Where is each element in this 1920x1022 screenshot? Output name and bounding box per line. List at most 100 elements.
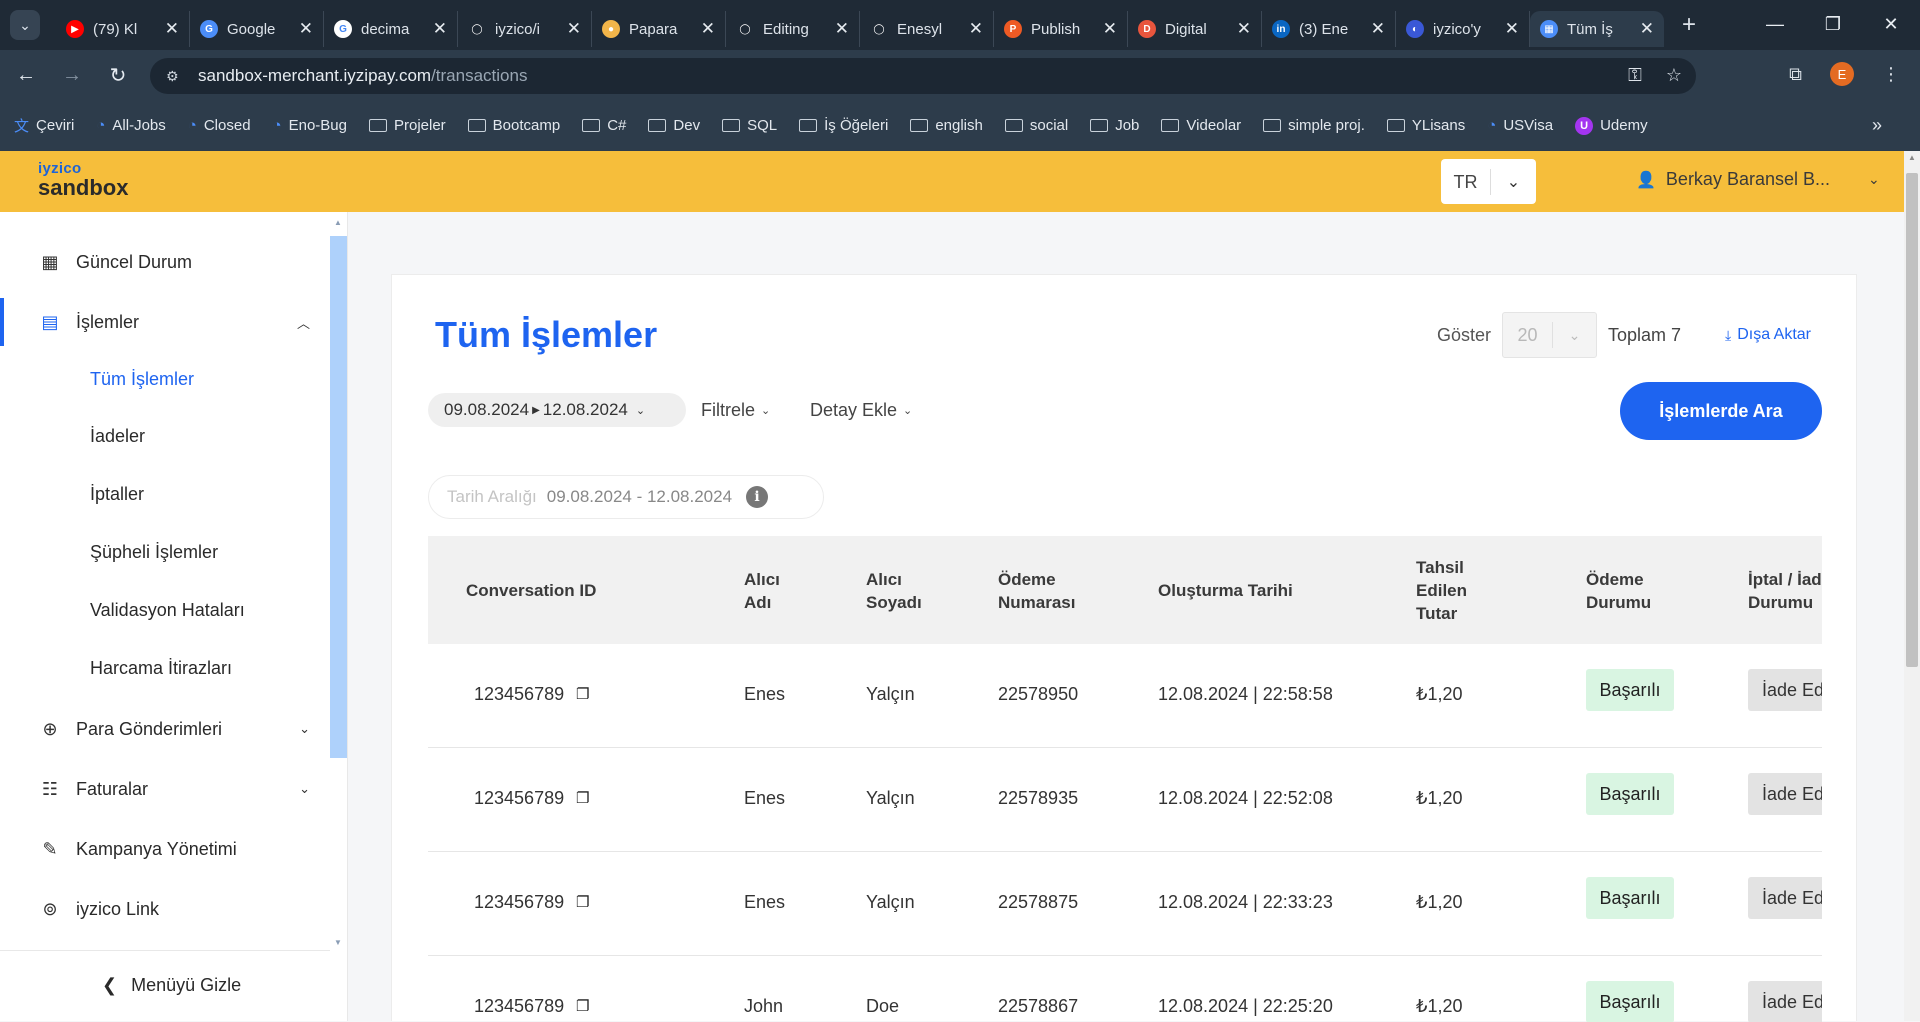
language-select[interactable]: TR ⌄ [1441, 159, 1536, 204]
browser-tab[interactable]: G Google ✕ [190, 11, 324, 47]
sidebar-item-guncel-durum[interactable]: ▦ Güncel Durum [0, 238, 330, 286]
tab-close-icon[interactable]: ✕ [165, 19, 179, 39]
back-button[interactable]: ← [6, 64, 46, 87]
browser-tab[interactable]: ▶ (79) Kl ✕ [56, 11, 190, 47]
reload-button[interactable]: ↻ [98, 63, 138, 88]
tab-close-icon[interactable]: ✕ [1237, 19, 1251, 39]
filter-dropdown[interactable]: Filtrele ⌄ [701, 400, 770, 421]
browser-tab[interactable]: ▦ Tüm İş ✕ [1530, 11, 1664, 47]
scroll-thumb[interactable] [1906, 173, 1918, 667]
bookmark-item[interactable]: ◔ Eno-Bug [273, 117, 347, 134]
password-key-icon[interactable]: ⚿ [1628, 65, 1642, 86]
copy-icon[interactable]: ❐ [576, 685, 589, 703]
browser-tab[interactable]: ◐ iyzico'y ✕ [1396, 11, 1530, 47]
export-button[interactable]: ⤓ Dışa Aktar [1725, 326, 1811, 344]
browser-tab[interactable]: P Publish ✕ [994, 11, 1128, 47]
browser-tab[interactable]: ◯ Editing ✕ [726, 11, 860, 47]
copy-icon[interactable]: ❐ [576, 893, 589, 911]
bookmark-item[interactable]: İş Öğeleri [799, 117, 888, 134]
browser-tab[interactable]: ◯ iyzico/i ✕ [458, 11, 592, 47]
scroll-down-arrow-icon[interactable]: ▼ [334, 938, 342, 947]
add-detail-dropdown[interactable]: Detay Ekle ⌄ [810, 400, 912, 421]
browser-tab[interactable]: D Digital ✕ [1128, 11, 1262, 47]
site-info-icon[interactable]: ⚙ [166, 68, 188, 85]
sidebar-item-islemler[interactable]: ▤ İşlemler ︿ [0, 298, 330, 346]
hide-menu-button[interactable]: ❮ Menüyü Gizle [0, 950, 330, 1020]
tab-close-icon[interactable]: ✕ [1103, 19, 1117, 39]
sidebar-subitem-iadeler[interactable]: İadeler [90, 426, 145, 447]
browser-tab[interactable]: ◯ Enesyl ✕ [860, 11, 994, 47]
sidebar-item-kampanya-yonetimi[interactable]: ✎ Kampanya Yönetimi [0, 825, 330, 873]
sidebar-scrollbar[interactable]: ▲ ▼ [330, 218, 347, 948]
scroll-up-arrow-icon[interactable]: ▲ [1908, 153, 1916, 162]
bookmark-item[interactable]: social [1004, 117, 1068, 134]
sidebar-subitem-iptaller[interactable]: İptaller [90, 484, 144, 505]
browser-tab[interactable]: in (3) Ene ✕ [1262, 11, 1396, 47]
table-row[interactable]: 123456789 ❐ John Doe 22578867 12.08.2024 | 22… [428, 956, 1822, 1022]
more-bookmarks-icon[interactable]: » [1872, 115, 1882, 136]
tab-search-button[interactable]: ⌄ [10, 10, 40, 40]
scroll-up-arrow-icon[interactable]: ▲ [334, 218, 342, 227]
refund-status-badge[interactable]: İade Edilebilir [1748, 877, 1822, 919]
bookmark-item[interactable]: U Udemy [1575, 116, 1648, 135]
maximize-button[interactable]: ❐ [1804, 14, 1862, 35]
bookmark-item[interactable]: ◔ USVisa [1487, 117, 1553, 134]
tab-close-icon[interactable]: ✕ [299, 19, 313, 39]
sidebar-subitem-supheli-islemler[interactable]: Şüpheli İşlemler [90, 542, 218, 563]
refund-status-badge[interactable]: İade Edilebilir [1748, 669, 1822, 711]
sidebar-item-iyzico-link[interactable]: ⊚ iyzico Link [0, 885, 330, 933]
bookmark-item[interactable]: Bootcamp [467, 117, 560, 134]
bookmark-item[interactable]: C# [582, 117, 626, 134]
browser-menu-icon[interactable]: ⋮ [1882, 64, 1900, 85]
search-transactions-button[interactable]: İşlemlerde Ara [1620, 382, 1822, 440]
copy-icon[interactable]: ❐ [576, 789, 589, 807]
bookmark-item[interactable]: Dev [648, 117, 700, 134]
new-tab-button[interactable]: + [1682, 11, 1696, 39]
minimize-button[interactable]: — [1746, 14, 1804, 35]
bookmark-item[interactable]: Job [1090, 117, 1139, 134]
sidebar-item-para-gonderimleri[interactable]: ⊕ Para Gönderimleri ⌄ [0, 705, 330, 753]
info-icon[interactable]: i [746, 486, 769, 508]
bookmark-item[interactable]: SQL [722, 117, 777, 134]
page-size-select[interactable]: 20 ⌄ [1502, 312, 1597, 358]
iyzico-sandbox-logo[interactable]: iyzico sandbox [38, 161, 128, 199]
browser-tab[interactable]: Gdecima ✕ [324, 11, 458, 47]
extensions-icon[interactable]: ⧉ [1789, 64, 1802, 85]
bookmark-item[interactable]: YLisans [1386, 117, 1465, 134]
bookmark-item[interactable]: ◔ Closed [188, 117, 251, 134]
forward-button[interactable]: → [52, 64, 92, 87]
tab-close-icon[interactable]: ✕ [1505, 19, 1519, 39]
refund-status-badge[interactable]: İade Edilebilir [1748, 773, 1822, 815]
tab-close-icon[interactable]: ✕ [1371, 19, 1385, 39]
tab-close-icon[interactable]: ✕ [567, 19, 581, 39]
refund-status-badge[interactable]: İade Edilebilir [1748, 981, 1822, 1022]
scroll-thumb[interactable] [330, 236, 347, 758]
date-range-picker[interactable]: 09.08.2024 ▶ 12.08.2024 ⌄ [428, 393, 686, 427]
tab-close-icon[interactable]: ✕ [433, 19, 447, 39]
address-bar[interactable]: ⚙ sandbox-merchant.iyzipay.com/transacti… [150, 58, 1696, 94]
close-window-button[interactable]: ✕ [1862, 14, 1920, 35]
page-scrollbar[interactable]: ▲ [1904, 151, 1920, 1021]
sidebar-subitem-validasyon-hatalari[interactable]: Validasyon Hataları [90, 600, 245, 621]
bookmark-star-icon[interactable]: ☆ [1666, 65, 1682, 86]
table-row[interactable]: 123456789 ❐ Enes Yalçın 22578935 12.08.2024 |… [428, 748, 1822, 852]
tab-close-icon[interactable]: ✕ [1640, 19, 1654, 39]
bookmark-item[interactable]: simple proj. [1263, 117, 1365, 134]
sidebar-subitem-tum-islemler[interactable]: Tüm İşlemler [90, 369, 194, 390]
sidebar-subitem-harcama-itirazlari[interactable]: Harcama İtirazları [90, 658, 232, 679]
browser-tab[interactable]: ● Papara ✕ [592, 11, 726, 47]
tab-close-icon[interactable]: ✕ [969, 19, 983, 39]
bookmark-item[interactable]: Projeler [368, 117, 446, 134]
sidebar-item-faturalar[interactable]: ☷ Faturalar ⌄ [0, 765, 330, 813]
bookmark-item[interactable]: english [910, 117, 983, 134]
table-row[interactable]: 123456789 ❐ Enes Yalçın 22578875 12.08.2024 |… [428, 852, 1822, 956]
user-menu[interactable]: 👤 Berkay Baransel B... ⌄ [1636, 169, 1880, 190]
bookmark-item[interactable]: 文 Çeviri [14, 115, 74, 136]
tab-close-icon[interactable]: ✕ [701, 19, 715, 39]
tab-close-icon[interactable]: ✕ [835, 19, 849, 39]
bookmark-item[interactable]: ◔ All-Jobs [96, 117, 165, 134]
table-row[interactable]: 123456789 ❐ Enes Yalçın 22578950 12.08.2024 |… [428, 644, 1822, 748]
profile-avatar[interactable]: E [1830, 62, 1854, 86]
copy-icon[interactable]: ❐ [576, 997, 589, 1015]
url-text[interactable]: sandbox-merchant.iyzipay.com/transaction… [198, 66, 527, 86]
